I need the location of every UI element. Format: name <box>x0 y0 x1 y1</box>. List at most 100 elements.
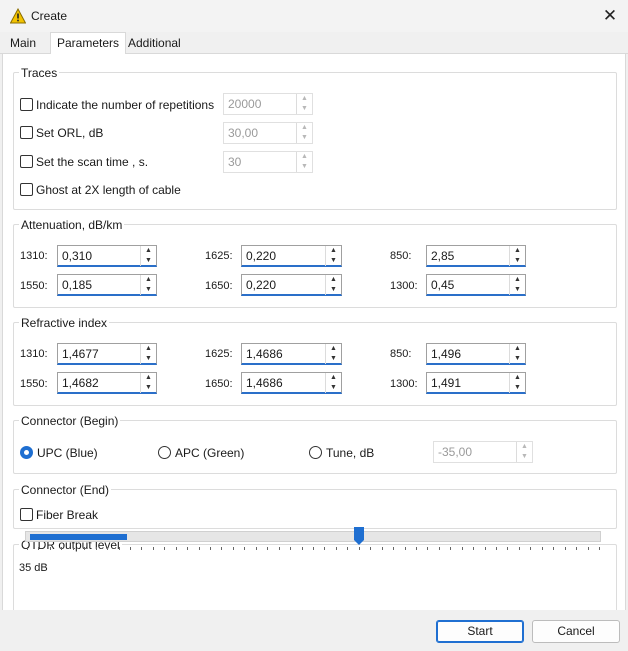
radio-upc[interactable]: UPC (Blue) <box>20 444 98 462</box>
cancel-button[interactable]: Cancel <box>532 620 620 643</box>
spin-down-icon[interactable]: ▼ <box>297 133 312 143</box>
ri-850-input[interactable]: 1,496 ▲ ▼ <box>426 343 526 365</box>
slider-tick <box>290 547 291 550</box>
ri-1550-input[interactable]: 1,4682 ▲ ▼ <box>57 372 157 394</box>
spin-down-icon[interactable]: ▼ <box>510 354 525 364</box>
tune-db-input[interactable]: -35,00 ▲ ▼ <box>433 441 533 463</box>
spin-up-icon[interactable]: ▲ <box>326 275 341 285</box>
slider-tick <box>27 547 28 550</box>
otdr-level-slider[interactable] <box>25 531 601 542</box>
att-1625-input[interactable]: 0,220 ▲ ▼ <box>241 245 342 267</box>
slider-tick <box>221 547 222 550</box>
slider-tick <box>599 547 600 550</box>
radio-dot <box>309 446 322 459</box>
att-1300-input[interactable]: 0,45 ▲ ▼ <box>426 274 526 296</box>
spin-up-icon[interactable]: ▲ <box>510 246 525 256</box>
ri-1300-input[interactable]: 1,491 ▲ ▼ <box>426 372 526 394</box>
spin-down-icon[interactable]: ▼ <box>141 256 156 266</box>
spin-up-icon[interactable]: ▲ <box>141 246 156 256</box>
start-button[interactable]: Start <box>436 620 524 643</box>
spin-up-icon[interactable]: ▲ <box>141 344 156 354</box>
spin-up-icon[interactable]: ▲ <box>510 344 525 354</box>
slider-tick <box>519 547 520 550</box>
spin-down-icon[interactable]: ▼ <box>510 285 525 295</box>
radio-tune[interactable]: Tune, dB <box>309 444 374 462</box>
slider-tick <box>279 547 280 550</box>
ri-1310-value: 1,4677 <box>62 347 99 361</box>
spin-up-icon[interactable]: ▲ <box>326 344 341 354</box>
radio-dot <box>158 446 171 459</box>
orl-value: 30,00 <box>228 126 259 140</box>
fiber-break-checkbox[interactable]: Fiber Break <box>20 506 98 524</box>
att-1550-input[interactable]: 0,185 ▲ ▼ <box>57 274 157 296</box>
spin-up-icon[interactable]: ▲ <box>297 94 312 104</box>
checkbox-box <box>20 183 33 196</box>
slider-tick <box>359 547 360 550</box>
ghost-checkbox[interactable]: Ghost at 2X length of cable <box>20 181 181 199</box>
radio-dot <box>20 446 33 459</box>
att-850-value: 2,85 <box>431 249 455 263</box>
repetitions-checkbox[interactable]: Indicate the number of repetitions <box>20 96 214 114</box>
radio-tune-label: Tune, dB <box>326 446 375 460</box>
orl-checkbox[interactable]: Set ORL, dB <box>20 124 103 142</box>
slider-tick <box>313 547 314 550</box>
spin-down-icon[interactable]: ▼ <box>297 162 312 172</box>
slider-tick <box>576 547 577 550</box>
spin-down-icon[interactable]: ▼ <box>517 452 532 462</box>
slider-tick <box>347 547 348 550</box>
slider-tick <box>38 547 39 550</box>
att-1550-label: 1550: <box>20 280 48 292</box>
tab-additional[interactable]: Additional <box>122 34 187 54</box>
refractive-title: Refractive index <box>19 316 110 330</box>
spin-down-icon[interactable]: ▼ <box>510 256 525 266</box>
slider-thumb[interactable] <box>354 527 364 545</box>
spin-up-icon[interactable]: ▲ <box>517 442 532 452</box>
att-850-input[interactable]: 2,85 ▲ ▼ <box>426 245 526 267</box>
slider-tick <box>164 547 165 550</box>
slider-tick <box>439 547 440 550</box>
ri-1625-input[interactable]: 1,4686 ▲ ▼ <box>241 343 342 365</box>
ri-1625-value: 1,4686 <box>246 347 283 361</box>
spin-down-icon[interactable]: ▼ <box>326 256 341 266</box>
radio-apc[interactable]: APC (Green) <box>158 444 244 462</box>
scan-time-checkbox[interactable]: Set the scan time , s. <box>20 153 148 171</box>
att-1650-input[interactable]: 0,220 ▲ ▼ <box>241 274 342 296</box>
slider-tick <box>450 547 451 550</box>
slider-tick <box>119 547 120 550</box>
spin-down-icon[interactable]: ▼ <box>326 383 341 393</box>
tune-db-value: -35,00 <box>438 445 473 459</box>
scan-time-input[interactable]: 30 ▲ ▼ <box>223 151 313 173</box>
spin-down-icon[interactable]: ▼ <box>326 354 341 364</box>
otdr-group <box>13 544 617 610</box>
spin-up-icon[interactable]: ▲ <box>510 373 525 383</box>
spin-up-icon[interactable]: ▲ <box>326 246 341 256</box>
close-icon[interactable]: ✕ <box>598 4 622 28</box>
att-1650-label: 1650: <box>205 280 233 292</box>
spin-up-icon[interactable]: ▲ <box>510 275 525 285</box>
orl-input[interactable]: 30,00 ▲ ▼ <box>223 122 313 144</box>
spin-down-icon[interactable]: ▼ <box>141 383 156 393</box>
spin-up-icon[interactable]: ▲ <box>297 152 312 162</box>
ri-1625-label: 1625: <box>205 348 233 360</box>
spin-down-icon[interactable]: ▼ <box>141 354 156 364</box>
spin-down-icon[interactable]: ▼ <box>510 383 525 393</box>
ri-1310-input[interactable]: 1,4677 ▲ ▼ <box>57 343 157 365</box>
slider-tick <box>73 547 74 550</box>
spin-up-icon[interactable]: ▲ <box>141 373 156 383</box>
slider-tick <box>588 547 589 550</box>
spin-up-icon[interactable]: ▲ <box>297 123 312 133</box>
spin-up-icon[interactable]: ▲ <box>326 373 341 383</box>
spin-down-icon[interactable]: ▼ <box>297 104 312 114</box>
tab-parameters[interactable]: Parameters <box>50 32 127 55</box>
ri-1650-input[interactable]: 1,4686 ▲ ▼ <box>241 372 342 394</box>
spin-up-icon[interactable]: ▲ <box>141 275 156 285</box>
repetitions-input[interactable]: 20000 ▲ ▼ <box>223 93 313 115</box>
att-1310-input[interactable]: 0,310 ▲ ▼ <box>57 245 157 267</box>
slider-tick <box>187 547 188 550</box>
spin-down-icon[interactable]: ▼ <box>326 285 341 295</box>
spin-down-icon[interactable]: ▼ <box>141 285 156 295</box>
ri-1650-label: 1650: <box>205 378 233 390</box>
tab-main[interactable]: Main <box>4 34 42 54</box>
scan-time-label: Set the scan time , s. <box>36 155 149 169</box>
slider-tick <box>542 547 543 550</box>
